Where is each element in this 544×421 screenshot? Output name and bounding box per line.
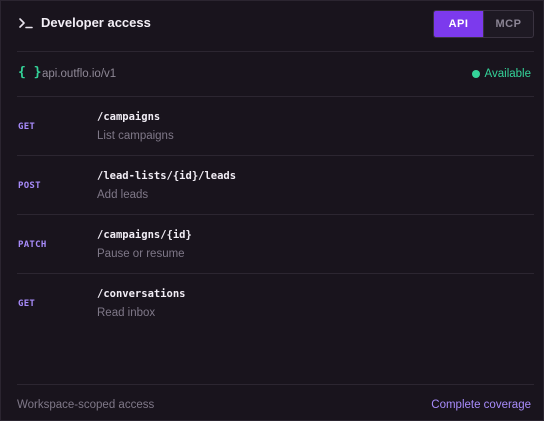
endpoint-path: /lead-lists/{id}/leads bbox=[97, 170, 237, 182]
api-mcp-toggle[interactable]: API MCP bbox=[433, 10, 534, 38]
endpoint-path: /conversations bbox=[97, 288, 186, 300]
endpoint-description: Pause or resume bbox=[97, 248, 185, 260]
endpoint-row[interactable]: POST /lead-lists/{id}/leads Add leads bbox=[1, 156, 543, 214]
base-url: api.outflo.io/v1 bbox=[42, 68, 117, 80]
endpoint-description: Read inbox bbox=[97, 307, 156, 319]
api-tab[interactable]: API bbox=[434, 11, 483, 37]
endpoint-row[interactable]: PATCH /campaigns/{id} Pause or resume bbox=[1, 215, 543, 273]
endpoint-path: /campaigns bbox=[97, 111, 161, 123]
endpoint-row[interactable]: GET /conversations Read inbox bbox=[1, 274, 543, 332]
mcp-tab[interactable]: MCP bbox=[483, 11, 533, 37]
status-label: Available bbox=[484, 68, 531, 80]
status-badge: Available bbox=[471, 68, 531, 80]
endpoint-row[interactable]: GET /campaigns List campaigns bbox=[1, 97, 543, 155]
terminal-icon bbox=[19, 18, 33, 29]
http-method: GET bbox=[18, 299, 36, 309]
http-method: POST bbox=[18, 181, 41, 191]
http-method: PATCH bbox=[18, 240, 47, 250]
endpoint-path: /campaigns/{id} bbox=[97, 229, 192, 241]
endpoint-description: List campaigns bbox=[97, 130, 174, 142]
http-method: GET bbox=[18, 122, 36, 132]
developer-access-panel: Developer access API MCP { } api.outflo.… bbox=[0, 0, 544, 421]
complete-coverage-link[interactable]: Complete coverage bbox=[431, 399, 531, 411]
status-dot-icon bbox=[471, 70, 480, 78]
footer-scope-text: Workspace-scoped access bbox=[17, 399, 155, 411]
endpoint-description: Add leads bbox=[97, 189, 149, 201]
base-url-row: { } api.outflo.io/v1 Available bbox=[1, 52, 543, 96]
footer-divider bbox=[17, 384, 534, 385]
panel-title: Developer access bbox=[41, 15, 151, 30]
panel-header: Developer access API MCP bbox=[1, 1, 543, 51]
braces-icon: { } bbox=[18, 65, 42, 80]
